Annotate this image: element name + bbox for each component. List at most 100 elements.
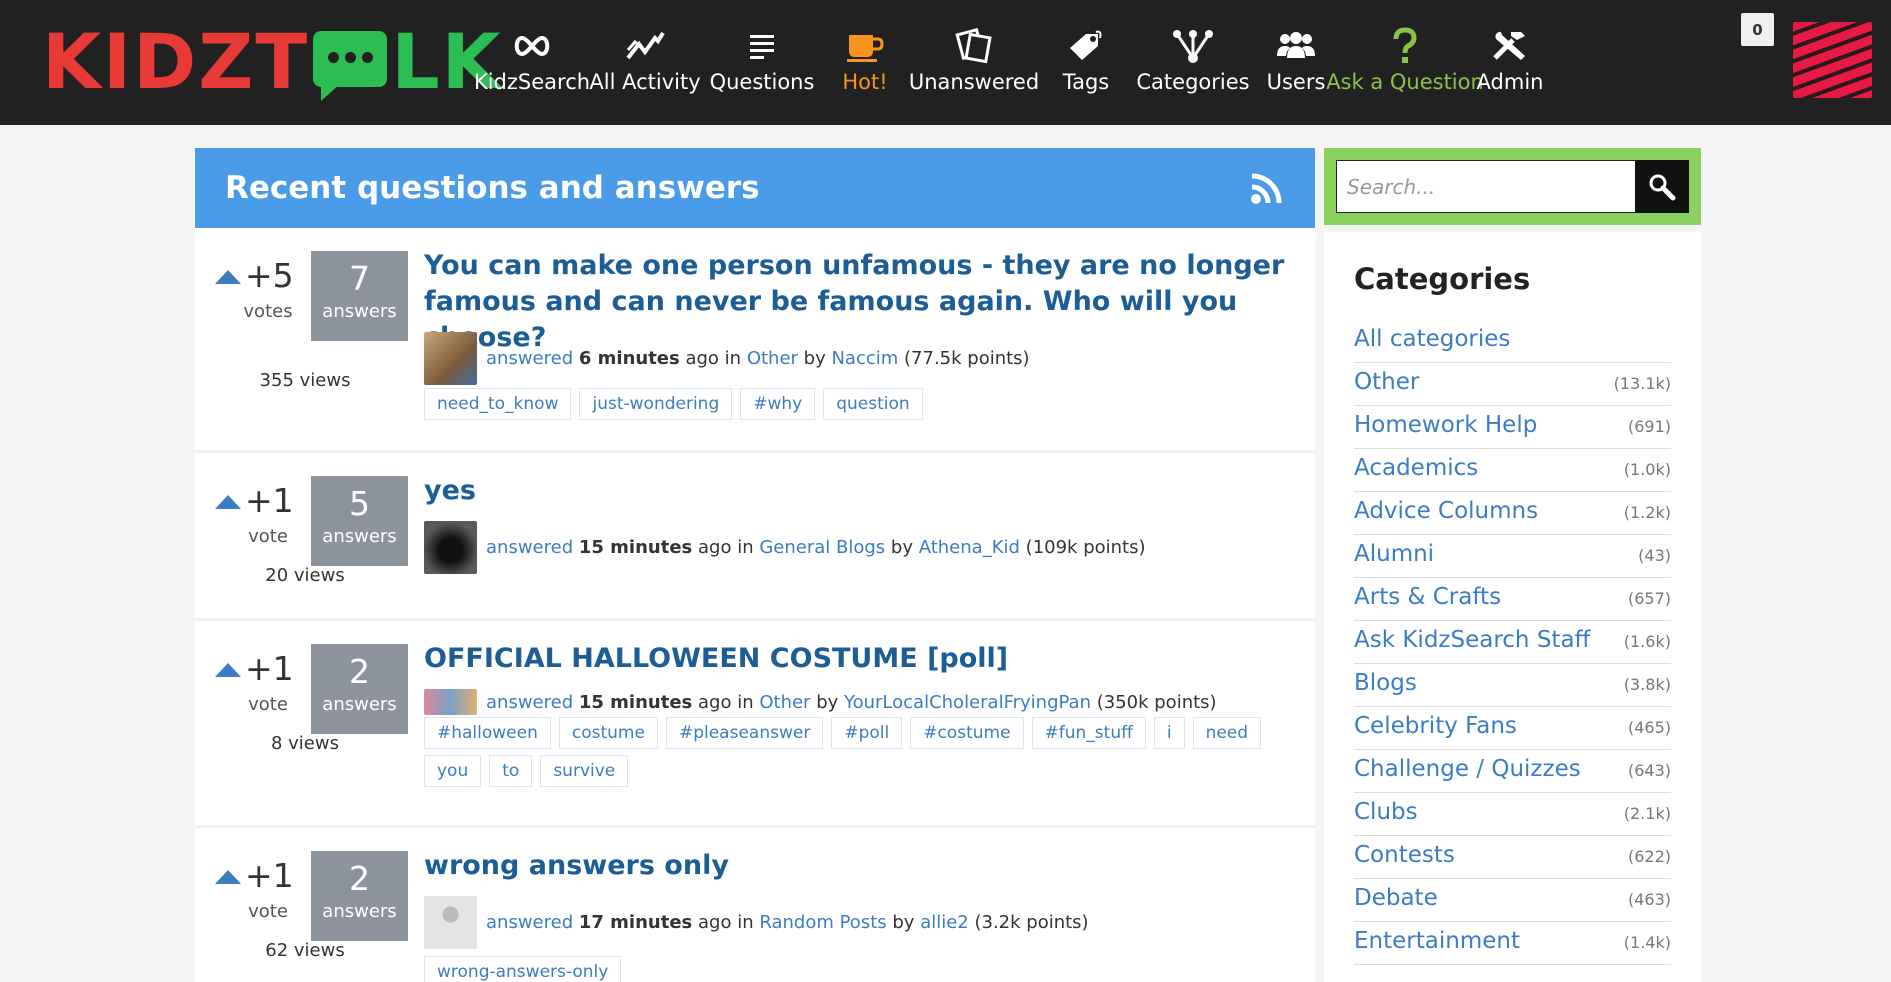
- tag[interactable]: question: [823, 388, 923, 420]
- tag[interactable]: need_to_know: [424, 388, 572, 420]
- category-name[interactable]: Contests: [1354, 842, 1455, 868]
- category-list: All categories Other (13.1k) Homework Hel…: [1354, 320, 1671, 965]
- nav-categories[interactable]: Categories: [1134, 0, 1252, 125]
- time-ago: 15 minutes: [578, 691, 693, 713]
- category-link[interactable]: Random Posts: [759, 912, 886, 933]
- category-link[interactable]: Other: [747, 348, 798, 369]
- category-item[interactable]: Debate (463): [1354, 879, 1671, 922]
- question-title[interactable]: wrong answers only: [424, 848, 1304, 884]
- category-item[interactable]: Celebrity Fans (465): [1354, 707, 1671, 750]
- upvote-button[interactable]: [215, 270, 241, 284]
- category-item[interactable]: Academics (1.0k): [1354, 449, 1671, 492]
- category-item[interactable]: Advice Columns (1.2k): [1354, 492, 1671, 535]
- category-name[interactable]: Other: [1354, 369, 1419, 395]
- user-link[interactable]: YourLocalCholeralFryingPan: [844, 692, 1091, 713]
- user-link[interactable]: allie2: [920, 912, 969, 933]
- tag[interactable]: #fun_stuff: [1031, 717, 1146, 749]
- tag[interactable]: need: [1192, 717, 1262, 749]
- avatar[interactable]: [424, 896, 477, 949]
- tag[interactable]: you: [424, 755, 482, 787]
- tag[interactable]: #pleaseanswer: [665, 717, 824, 749]
- tag[interactable]: to: [489, 755, 533, 787]
- user-avatar[interactable]: [1793, 22, 1872, 98]
- avatar[interactable]: [424, 521, 477, 574]
- avatar[interactable]: [424, 332, 477, 385]
- category-name[interactable]: Challenge / Quizzes: [1354, 756, 1581, 782]
- top-navigation-bar: KIDZT LK KidzSearch All Activity Questio…: [0, 0, 1891, 125]
- votes-label: vote: [248, 901, 288, 922]
- category-name[interactable]: Ask KidzSearch Staff: [1354, 627, 1590, 653]
- main-content: Recent questions and answers +5 votes 7 …: [195, 148, 1315, 982]
- category-name[interactable]: Homework Help: [1354, 412, 1537, 438]
- category-name[interactable]: Clubs: [1354, 799, 1418, 825]
- nav-admin[interactable]: Admin: [1470, 0, 1550, 125]
- category-item[interactable]: Entertainment (1.4k): [1354, 922, 1671, 965]
- tag[interactable]: #halloween: [424, 717, 551, 749]
- category-item[interactable]: Ask KidzSearch Staff (1.6k): [1354, 621, 1671, 664]
- categories-heading: Categories: [1354, 262, 1531, 296]
- upvote-button[interactable]: [215, 495, 241, 509]
- answered-link[interactable]: answered: [486, 692, 573, 713]
- search-input[interactable]: [1336, 160, 1635, 213]
- tag[interactable]: #costume: [910, 717, 1024, 749]
- upvote-button[interactable]: [215, 663, 241, 677]
- category-item[interactable]: Other (13.1k): [1354, 363, 1671, 406]
- notification-counter[interactable]: 0: [1741, 13, 1774, 46]
- tag[interactable]: wrong-answers-only: [424, 956, 622, 982]
- question-title[interactable]: yes: [424, 473, 1304, 509]
- tag[interactable]: just-wondering: [579, 388, 733, 420]
- tag[interactable]: #why: [740, 388, 816, 420]
- nav-tags[interactable]: Tags: [1038, 0, 1134, 125]
- category-name[interactable]: Celebrity Fans: [1354, 713, 1517, 739]
- user-link[interactable]: Naccim: [831, 348, 898, 369]
- nav-all-activity[interactable]: All Activity: [586, 0, 704, 125]
- question-title[interactable]: OFFICIAL HALLOWEEN COSTUME [poll]: [424, 641, 1304, 677]
- category-name[interactable]: Arts & Crafts: [1354, 584, 1501, 610]
- category-count: (1.6k): [1623, 632, 1671, 651]
- rss-icon[interactable]: [1249, 170, 1285, 206]
- answered-link[interactable]: answered: [486, 537, 573, 558]
- search-button[interactable]: [1635, 160, 1689, 213]
- nav-hot[interactable]: Hot!: [820, 0, 910, 125]
- category-item[interactable]: All categories: [1354, 320, 1671, 363]
- nav-users[interactable]: Users: [1252, 0, 1340, 125]
- nav-unanswered[interactable]: Unanswered: [909, 0, 1039, 125]
- nav-ask-question[interactable]: Ask a Question: [1326, 0, 1484, 125]
- avatar[interactable]: [424, 689, 477, 715]
- category-name[interactable]: Entertainment: [1354, 928, 1520, 954]
- coffee-cup-icon: [845, 26, 885, 66]
- net-votes: +5: [245, 256, 294, 295]
- category-item[interactable]: Contests (622): [1354, 836, 1671, 879]
- category-item[interactable]: Alumni (43): [1354, 535, 1671, 578]
- user-link[interactable]: Athena_Kid: [919, 537, 1020, 558]
- category-item[interactable]: Clubs (2.1k): [1354, 793, 1671, 836]
- category-name[interactable]: Blogs: [1354, 670, 1417, 696]
- category-name[interactable]: Debate: [1354, 885, 1438, 911]
- meta-text: ago in: [698, 912, 754, 933]
- category-item[interactable]: Blogs (3.8k): [1354, 664, 1671, 707]
- kidztalk-logo[interactable]: KIDZT LK: [42, 23, 503, 101]
- tag[interactable]: survive: [540, 755, 629, 787]
- tag[interactable]: i: [1153, 717, 1185, 749]
- category-name[interactable]: Alumni: [1354, 541, 1434, 567]
- category-name[interactable]: Academics: [1354, 455, 1478, 481]
- search-panel: [1324, 148, 1701, 225]
- tag[interactable]: costume: [558, 717, 658, 749]
- tag[interactable]: #poll: [831, 717, 903, 749]
- category-item[interactable]: Arts & Crafts (657): [1354, 578, 1671, 621]
- votes-label: votes: [243, 301, 293, 322]
- category-link[interactable]: Other: [759, 692, 810, 713]
- answered-link[interactable]: answered: [486, 912, 573, 933]
- category-item[interactable]: Challenge / Quizzes (643): [1354, 750, 1671, 793]
- meta-text: ago in: [698, 691, 754, 713]
- users-icon: [1275, 26, 1317, 66]
- category-name[interactable]: Advice Columns: [1354, 498, 1538, 524]
- category-link[interactable]: General Blogs: [759, 537, 885, 558]
- nav-questions[interactable]: Questions: [704, 0, 820, 125]
- upvote-button[interactable]: [215, 870, 241, 884]
- answered-link[interactable]: answered: [486, 348, 573, 369]
- category-name[interactable]: All categories: [1354, 326, 1510, 352]
- nav-kidzsearch[interactable]: KidzSearch: [474, 0, 590, 125]
- answer-count-box: 2 answers: [311, 644, 408, 734]
- category-item[interactable]: Homework Help (691): [1354, 406, 1671, 449]
